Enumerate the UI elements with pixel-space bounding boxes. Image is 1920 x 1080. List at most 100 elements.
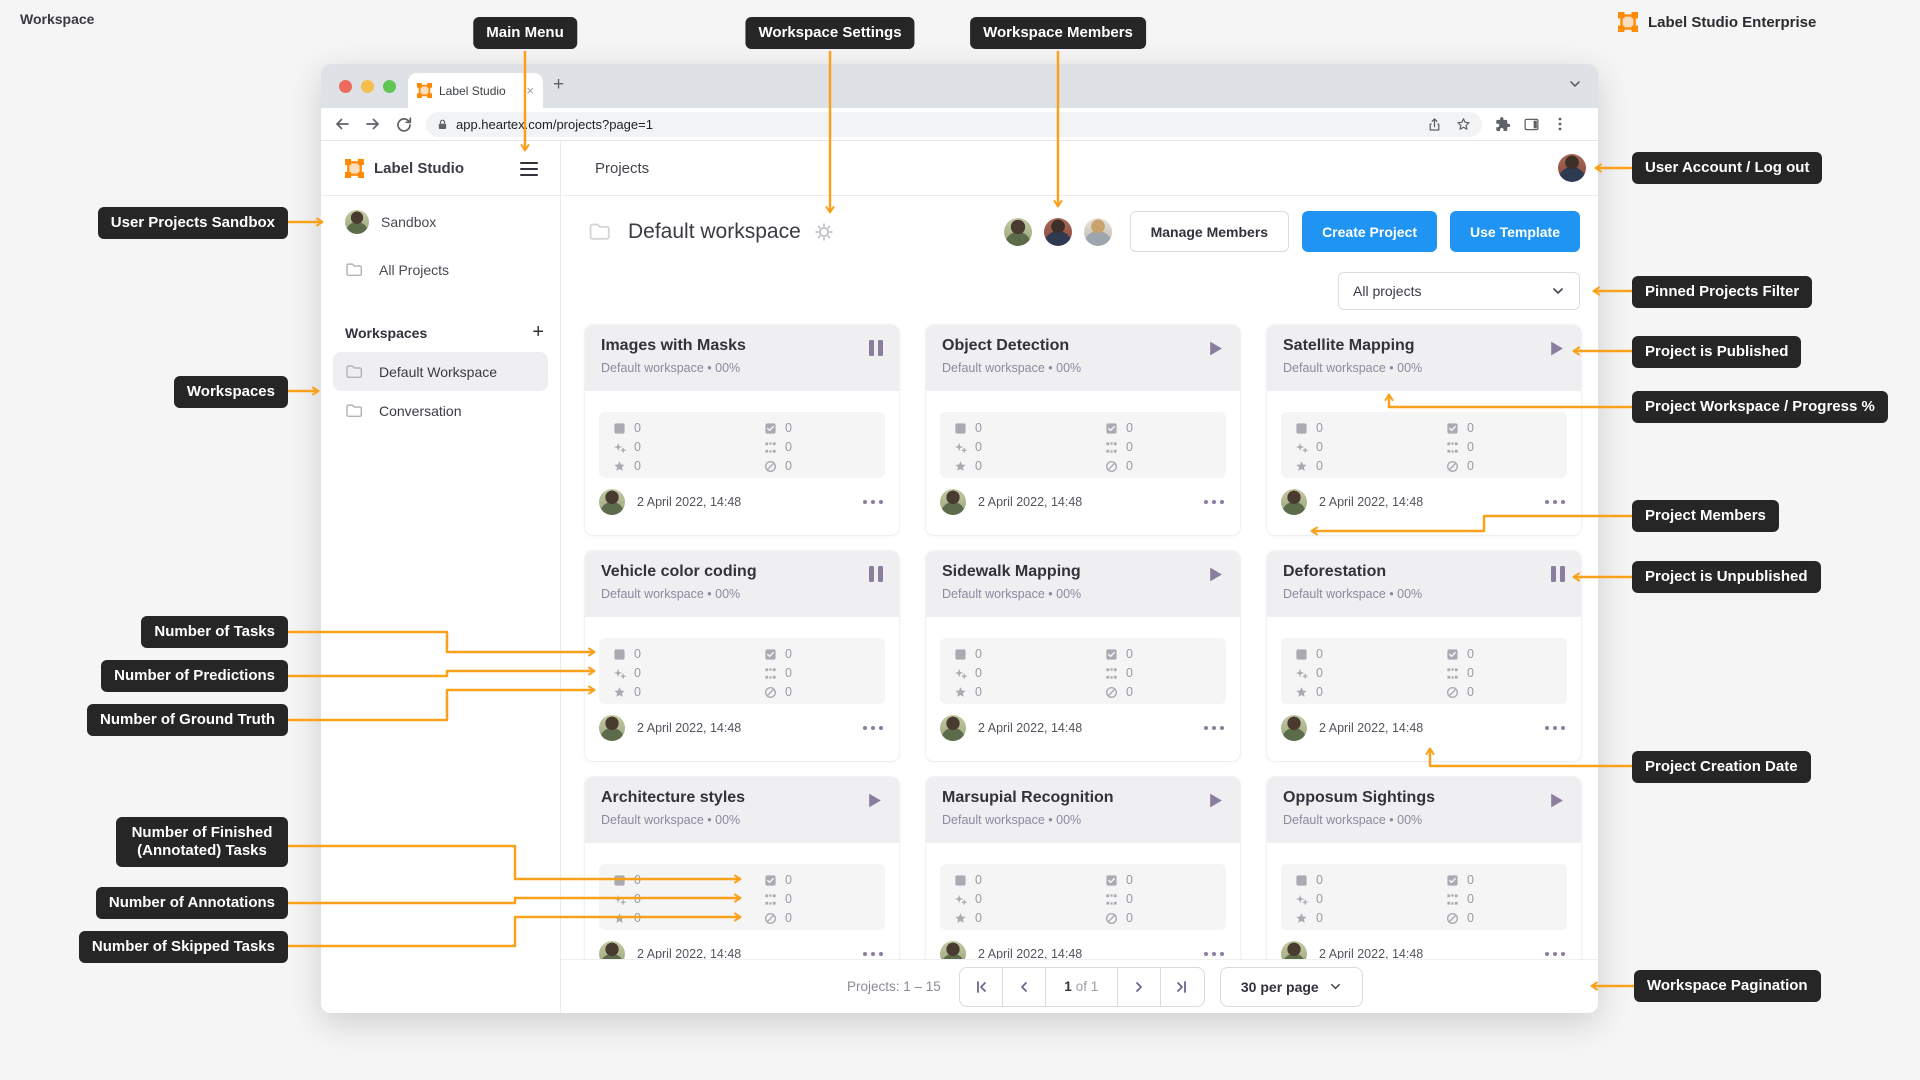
project-card[interactable]: Marsupial Recognition Default workspace …	[926, 777, 1240, 987]
app-header: Label Studio Projects	[321, 141, 1598, 196]
stat-finished-tasks: 0	[764, 647, 792, 661]
project-card[interactable]: Object Detection Default workspace • 00%…	[926, 325, 1240, 535]
finished-tasks-icon	[1106, 648, 1117, 660]
project-menu-dots-icon[interactable]	[1545, 952, 1565, 956]
per-page-select[interactable]: 30 per page	[1219, 966, 1363, 1007]
label-studio-logo-icon	[1618, 12, 1638, 32]
main-menu-hamburger-icon[interactable]	[520, 161, 538, 176]
sidebar-item-all-projects[interactable]: All Projects	[321, 255, 560, 285]
tab-overview-chevron-icon[interactable]	[1568, 77, 1582, 91]
stat-skipped-tasks: 0	[1105, 911, 1133, 925]
member-avatar[interactable]	[1003, 217, 1032, 246]
project-card[interactable]: Sidewalk Mapping Default workspace • 00%…	[926, 551, 1240, 761]
skipped-tasks-count: 0	[1126, 459, 1133, 473]
tab-close-icon[interactable]: ×	[526, 83, 534, 98]
enterprise-brand-label: Label Studio Enterprise	[1648, 13, 1817, 31]
sandbox-label: Sandbox	[381, 214, 437, 230]
stat-tasks: 0	[1295, 647, 1323, 661]
extensions-puzzle-icon[interactable]	[1494, 116, 1511, 133]
sidebar-item-sandbox[interactable]: Sandbox	[321, 207, 560, 237]
ground-truth-count: 0	[975, 911, 982, 925]
close-window-icon[interactable]	[339, 80, 352, 93]
reload-icon[interactable]	[394, 114, 414, 134]
member-avatar[interactable]	[1043, 217, 1072, 246]
previous-page-button[interactable]	[1003, 967, 1046, 1006]
stat-annotations: 0	[1446, 440, 1474, 454]
side-panel-icon[interactable]	[1523, 116, 1540, 133]
browser-menu-dots-icon[interactable]	[1552, 116, 1568, 132]
finished-tasks-count: 0	[1467, 421, 1474, 435]
project-card[interactable]: Deforestation Default workspace • 00% 0 …	[1267, 551, 1581, 761]
project-card-footer: 2 April 2022, 14:48	[1281, 715, 1565, 741]
stat-ground-truth: 0	[954, 459, 982, 473]
maximize-window-icon[interactable]	[383, 80, 396, 93]
project-creation-date: 2 April 2022, 14:48	[1319, 721, 1424, 735]
predictions-count: 0	[1316, 666, 1323, 680]
stat-ground-truth: 0	[613, 685, 641, 699]
skipped-tasks-count: 0	[1126, 911, 1133, 925]
pause-icon	[869, 566, 883, 582]
project-card[interactable]: Vehicle color coding Default workspace •…	[585, 551, 899, 761]
stat-skipped-tasks: 0	[1105, 685, 1133, 699]
predictions-count: 0	[975, 440, 982, 454]
project-menu-dots-icon[interactable]	[1204, 500, 1224, 504]
project-card[interactable]: Images with Masks Default workspace • 00…	[585, 325, 899, 535]
stat-skipped-tasks: 0	[1446, 911, 1474, 925]
stat-predictions: 0	[613, 440, 641, 454]
workspace-member-avatars[interactable]	[1003, 217, 1112, 246]
stat-finished-tasks: 0	[764, 873, 792, 887]
minimize-window-icon[interactable]	[361, 80, 374, 93]
url-bar[interactable]: app.heartex.com/projects?page=1	[426, 111, 1482, 137]
workspace-settings-gear-icon[interactable]	[813, 221, 835, 243]
sidebar-item-conversation[interactable]: Conversation	[333, 391, 548, 430]
window-controls[interactable]	[339, 80, 396, 93]
forward-icon[interactable]	[363, 114, 383, 134]
browser-tab[interactable]: Label Studio ×	[408, 73, 543, 108]
project-menu-dots-icon[interactable]	[1545, 726, 1565, 730]
projects-filter-select[interactable]: All projects	[1338, 272, 1580, 310]
sidebar-item-default-workspace[interactable]: Default Workspace	[333, 352, 548, 391]
user-account-avatar[interactable]	[1558, 154, 1586, 182]
project-title: Deforestation	[1283, 563, 1387, 580]
project-menu-dots-icon[interactable]	[1204, 726, 1224, 730]
last-page-button[interactable]	[1161, 968, 1204, 1006]
stat-annotations: 0	[764, 666, 792, 680]
next-page-button[interactable]	[1118, 967, 1161, 1006]
stat-finished-tasks: 0	[1105, 421, 1133, 435]
use-template-button[interactable]: Use Template	[1450, 211, 1580, 252]
first-page-button[interactable]	[960, 967, 1003, 1006]
project-menu-dots-icon[interactable]	[863, 952, 883, 956]
tasks-icon	[614, 648, 625, 660]
manage-members-button[interactable]: Manage Members	[1129, 211, 1290, 252]
folder-icon	[346, 364, 363, 378]
finished-tasks-count: 0	[1467, 873, 1474, 887]
project-menu-dots-icon[interactable]	[863, 500, 883, 504]
share-icon[interactable]	[1426, 116, 1443, 133]
stat-predictions: 0	[1295, 440, 1323, 454]
new-tab-button[interactable]: +	[553, 74, 564, 96]
project-menu-dots-icon[interactable]	[1545, 500, 1565, 504]
callout-workspace-settings: Workspace Settings	[745, 17, 915, 49]
project-card[interactable]: Opposum Sightings Default workspace • 00…	[1267, 777, 1581, 987]
predictions-count: 0	[634, 892, 641, 906]
predictions-sparkle-icon	[954, 668, 967, 679]
annotations-count: 0	[1467, 892, 1474, 906]
create-project-button[interactable]: Create Project	[1302, 211, 1437, 252]
tab-favicon	[417, 83, 432, 98]
bookmark-star-icon[interactable]	[1455, 116, 1472, 133]
project-card[interactable]: Architecture styles Default workspace • …	[585, 777, 899, 987]
project-menu-dots-icon[interactable]	[863, 726, 883, 730]
tasks-count: 0	[1316, 421, 1323, 435]
project-menu-dots-icon[interactable]	[1204, 952, 1224, 956]
predictions-sparkle-icon	[954, 894, 967, 905]
projects-count-summary: Projects: 1 – 15	[847, 979, 941, 994]
add-workspace-button[interactable]: +	[532, 321, 544, 344]
project-card[interactable]: Satellite Mapping Default workspace • 00…	[1267, 325, 1581, 535]
project-stats: 0 0 0 0 0 0	[940, 412, 1226, 478]
back-icon[interactable]	[332, 114, 352, 134]
project-workspace-progress: Default workspace • 00%	[942, 813, 1082, 827]
folder-icon	[346, 403, 363, 417]
member-avatar[interactable]	[1083, 217, 1112, 246]
callout-number-of-skipped-tasks: Number of Skipped Tasks	[78, 931, 288, 963]
skipped-tasks-icon	[1105, 912, 1118, 924]
